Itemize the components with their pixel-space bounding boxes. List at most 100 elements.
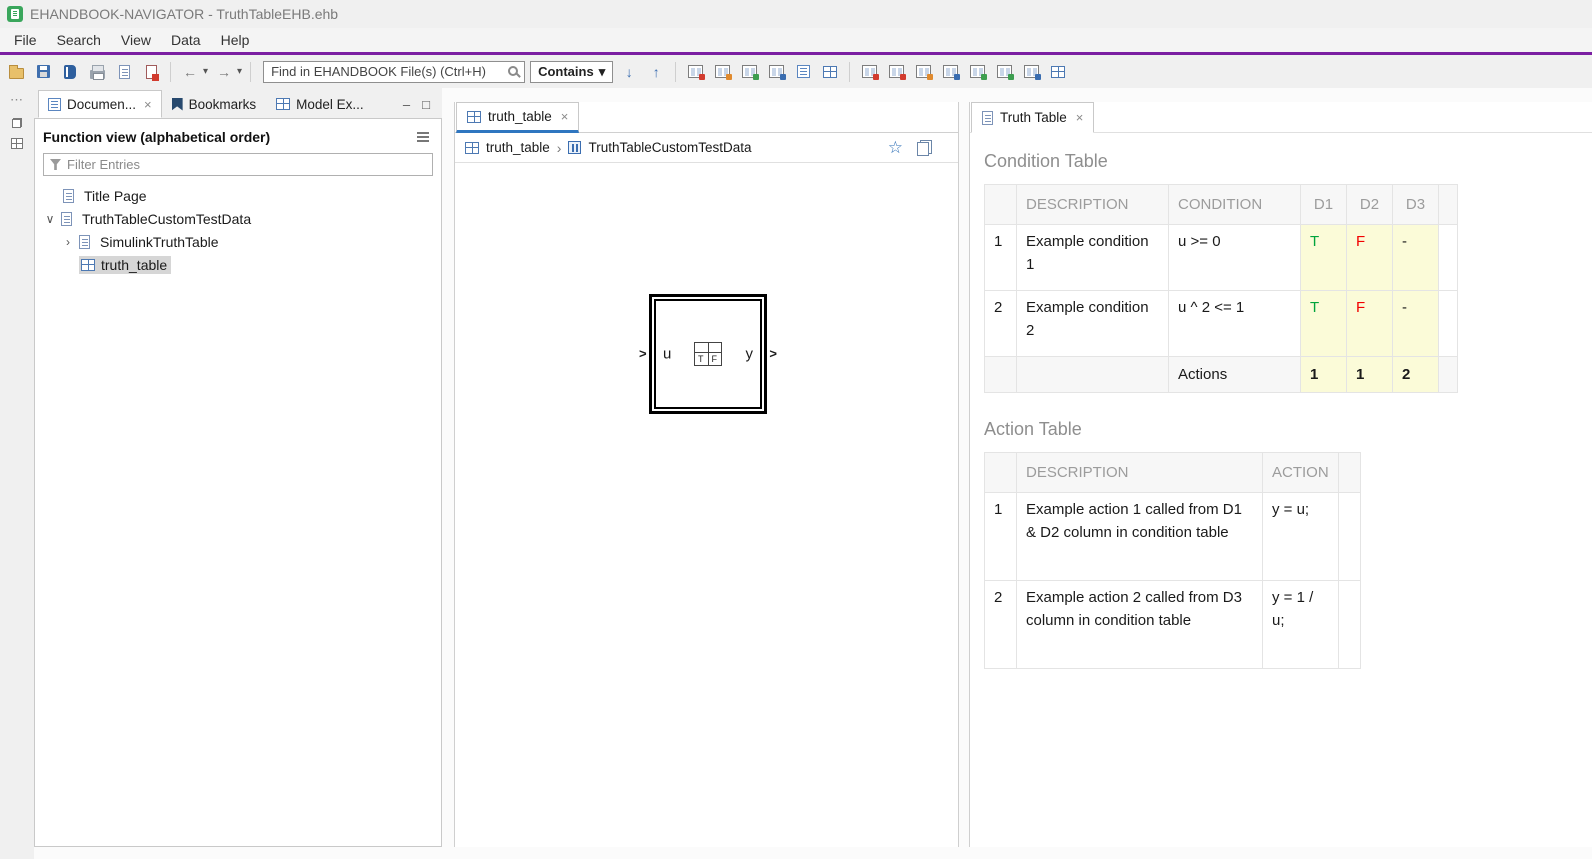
menu-file[interactable]: File (4, 32, 47, 48)
row-number: 1 (985, 493, 1017, 581)
search-icon[interactable] (508, 66, 518, 76)
minimize-icon[interactable]: – (403, 97, 410, 112)
contains-dropdown[interactable]: Contains ▾ (530, 61, 613, 83)
close-icon[interactable]: × (561, 109, 569, 124)
action-table: DESCRIPTION ACTION 1 Example action 1 ca… (984, 452, 1361, 669)
framed-view-icon[interactable] (819, 61, 841, 83)
close-icon[interactable]: × (144, 97, 152, 112)
filter-input[interactable] (67, 157, 426, 172)
col-description: DESCRIPTION (1017, 453, 1263, 493)
open-file-icon[interactable] (5, 61, 27, 83)
condition-table: DESCRIPTION CONDITION D1 D2 D3 1 Example… (984, 184, 1458, 393)
action-expression: y = 1 / u; (1263, 581, 1339, 669)
restore-pane-icon[interactable] (12, 118, 22, 128)
tree-item-title-page[interactable]: Title Page (35, 184, 441, 207)
export-document-icon[interactable] (113, 61, 135, 83)
handbook-icon[interactable] (59, 61, 81, 83)
find-in-file-search (263, 61, 525, 83)
overflow-menu-icon[interactable]: ⋯ (10, 92, 24, 108)
truth-table-block[interactable]: u y T F > > (649, 294, 767, 414)
d1-value: T (1301, 225, 1347, 291)
expand-hierarchy-icon[interactable] (966, 61, 988, 83)
back-history-dropdown-icon[interactable]: ▾ (203, 66, 208, 77)
title-bar: EHANDBOOK-NAVIGATOR - TruthTableEHB.ehb (0, 0, 1592, 28)
tree-item-label: SimulinkTruthTable (96, 233, 223, 251)
col-description: DESCRIPTION (1017, 185, 1169, 225)
export-pdf-icon[interactable] (140, 61, 162, 83)
tree-item-truth-table[interactable]: truth_table (35, 253, 441, 276)
panel-window-buttons: – □ (403, 97, 442, 118)
toolbar-separator (170, 62, 171, 82)
show-view-icon[interactable] (11, 138, 23, 149)
function-view-header: Function view (alphabetical order) (35, 125, 441, 151)
row-number: 1 (985, 225, 1017, 291)
action-table-header-row: DESCRIPTION ACTION (985, 453, 1361, 493)
condition-description: Example condition 2 (1017, 291, 1169, 357)
page-icon (982, 111, 993, 125)
view-menu-icon[interactable] (417, 131, 433, 143)
compare-left-icon[interactable] (858, 61, 880, 83)
breadcrumb-item-testdata[interactable]: TruthTableCustomTestData (588, 140, 751, 155)
condition-row-1: 1 Example condition 1 u >= 0 T F - (985, 225, 1458, 291)
menu-help[interactable]: Help (211, 32, 260, 48)
contains-label: Contains (538, 64, 594, 79)
truth-table-tab-bar: Truth Table × (970, 102, 1592, 133)
maximize-icon[interactable]: □ (422, 97, 430, 112)
forward-history-dropdown-icon[interactable]: ▾ (237, 66, 242, 77)
swap-view-icon[interactable] (1020, 61, 1042, 83)
tab-bookmarks[interactable]: Bookmarks (162, 90, 267, 118)
condition-expression: u >= 0 (1169, 225, 1301, 291)
tree-item-simulinktruthtable[interactable]: › SimulinkTruthTable (35, 230, 441, 253)
input-port-icon: > (639, 346, 647, 361)
condition-table-title: Condition Table (984, 151, 1578, 172)
breadcrumb-separator-icon: › (557, 140, 562, 156)
collapse-hierarchy-icon[interactable] (993, 61, 1015, 83)
link-model-icon[interactable] (765, 61, 787, 83)
chevron-down-icon: ▾ (599, 64, 606, 80)
search-input[interactable] (263, 61, 525, 83)
highlight-icon[interactable] (912, 61, 934, 83)
close-icon[interactable]: × (1076, 110, 1084, 125)
main-area: ⋯ Documen... × Bookmarks Model Ex... – □ (0, 88, 1592, 859)
model-explorer-icon (276, 98, 290, 110)
back-icon[interactable]: ← (179, 61, 201, 83)
tab-label: Bookmarks (189, 97, 257, 112)
compare-right-icon[interactable] (885, 61, 907, 83)
goto-model-icon[interactable] (684, 61, 706, 83)
document-icon (79, 235, 90, 249)
d2-value: F (1347, 291, 1393, 357)
chevron-right-icon[interactable]: › (63, 235, 73, 249)
tree-item-truthtablecustomtestdata[interactable]: ∨ TruthTableCustomTestData (35, 207, 441, 230)
output-port-label: y (746, 346, 754, 363)
col-condition: CONDITION (1169, 185, 1301, 225)
print-icon[interactable] (86, 61, 108, 83)
navigator-panel: Documen... × Bookmarks Model Ex... – □ F… (34, 88, 442, 847)
sync-model-icon[interactable] (738, 61, 760, 83)
breadcrumb-item-truth-table[interactable]: truth_table (486, 140, 550, 155)
open-model-folder-icon[interactable] (711, 61, 733, 83)
save-icon[interactable] (32, 61, 54, 83)
overview-icon[interactable] (1047, 61, 1069, 83)
tab-truth-table-view[interactable]: Truth Table × (971, 102, 1094, 133)
anchor-icon[interactable] (939, 61, 961, 83)
document-view-icon[interactable] (792, 61, 814, 83)
chevron-down-icon[interactable]: ∨ (45, 212, 55, 226)
menu-data[interactable]: Data (161, 32, 211, 48)
forward-icon[interactable]: → (213, 61, 235, 83)
actions-d1: 1 (1301, 357, 1347, 393)
row-number: 2 (985, 291, 1017, 357)
breadcrumb-actions: ☆ (888, 138, 948, 158)
menu-bar: File Search View Data Help (0, 28, 1592, 52)
diagram-canvas[interactable]: u y T F > > (455, 163, 958, 847)
row-number: 2 (985, 581, 1017, 669)
menu-view[interactable]: View (111, 32, 161, 48)
tab-documents[interactable]: Documen... × (38, 90, 162, 118)
tab-truth-table-editor[interactable]: truth_table × (456, 102, 579, 133)
navigator-body: Function view (alphabetical order) Title… (34, 118, 442, 847)
find-previous-icon[interactable]: ↑ (645, 61, 667, 83)
tab-model-explorer[interactable]: Model Ex... (266, 90, 374, 118)
copy-icon[interactable] (917, 140, 932, 156)
find-next-icon[interactable]: ↓ (618, 61, 640, 83)
favorite-star-icon[interactable]: ☆ (888, 138, 903, 158)
menu-search[interactable]: Search (47, 32, 111, 48)
